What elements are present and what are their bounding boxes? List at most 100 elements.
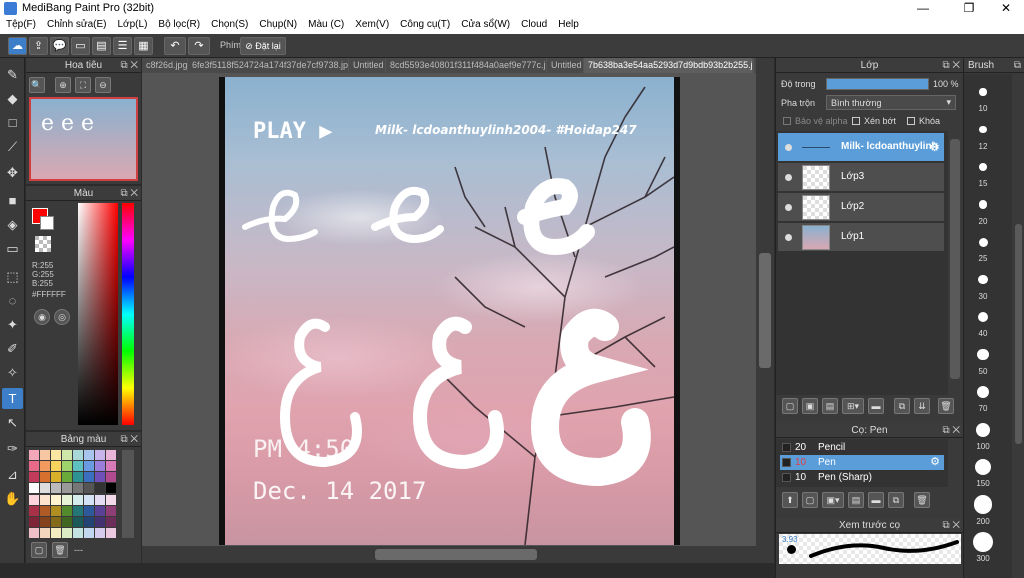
hue-slider[interactable] [122,203,134,425]
layer-item[interactable]: Lớp1 [778,223,944,252]
palette-swatch[interactable] [62,505,72,516]
palette-swatch[interactable] [51,505,61,516]
duplicate-layer-icon[interactable]: ⧉ [894,398,910,414]
visibility-icon[interactable] [785,204,792,211]
blur-tool-icon[interactable]: ✑ [2,438,23,459]
palette-scrollbar[interactable] [122,450,134,538]
brush-size-dot[interactable] [973,495,993,514]
add-palette-icon[interactable]: ▢ [31,542,47,558]
palette-icon[interactable]: ◉ [34,309,50,325]
brush-delete-icon[interactable]: 🗑 [914,492,930,508]
palette-swatch[interactable] [73,483,83,494]
palette-swatch[interactable] [73,527,83,538]
canvas-artwork[interactable]: PLAY ▶ Milk- lcdoanthuylinh2004- #Hoidap… [219,77,680,545]
share-icon[interactable]: ⇪ [29,37,48,55]
brush-edit-icon[interactable]: ▤ [848,492,864,508]
zoom-out-icon[interactable]: 🔍 [29,77,45,93]
eyedropper-icon[interactable]: ⊿ [2,464,23,485]
hscroll-thumb[interactable] [375,549,537,560]
palette-swatch[interactable] [95,494,105,505]
zoom-minus-icon[interactable]: ⊖ [95,77,111,93]
redo-icon[interactable]: ↷ [188,37,210,55]
palette-swatch[interactable] [106,461,116,472]
panel-controls-icon[interactable]: ⧉ [1014,58,1021,73]
brush-item[interactable]: 10 Pen ⚙ [780,455,944,470]
panel-controls-icon[interactable]: ⧉ ✕ [120,432,138,447]
palette-swatch[interactable] [84,527,94,538]
vscroll-thumb[interactable] [759,253,771,368]
panel-controls-icon[interactable]: ⧉ ✕ [942,518,960,533]
undo-icon[interactable]: ↶ [164,37,186,55]
visibility-icon[interactable] [785,174,792,181]
blend-mode-select[interactable]: Bình thường ▾ [826,95,956,110]
palette-swatch[interactable] [29,505,39,516]
panel-controls-icon[interactable]: ⧉ ✕ [942,423,960,438]
chat-icon[interactable]: ▭ [71,37,90,55]
delete-layer-icon[interactable]: 🗑 [938,398,954,414]
palette-swatch[interactable] [40,527,50,538]
fill-rect-tool-icon[interactable]: ■ [2,190,23,211]
palette-swatch[interactable] [40,461,50,472]
palette-swatch[interactable] [84,472,94,483]
palette-swatch[interactable] [73,505,83,516]
brush-menu-icon[interactable]: ▣▾ [822,492,844,508]
palette-swatch[interactable] [29,527,39,538]
palette-swatch[interactable] [106,505,116,516]
palette-swatch[interactable] [62,450,72,460]
magic-wand-icon[interactable]: ✦ [2,314,23,335]
palette-swatch[interactable] [40,483,50,494]
palette-swatch[interactable] [40,450,50,460]
palette-swatch[interactable] [62,494,72,505]
menu-filter[interactable]: Bộ lọc(R) [152,17,205,34]
palette-swatch[interactable] [95,516,105,527]
merge-layer-icon[interactable]: ⇊ [914,398,930,414]
lock-checkbox[interactable] [907,117,915,125]
palette-swatch[interactable] [106,472,116,483]
minimize-button[interactable]: — [908,0,938,17]
layer-scrollbar[interactable] [948,131,962,395]
palette-swatch[interactable] [73,472,83,483]
menu-select[interactable]: Chọn(S) [205,17,253,34]
menu-window[interactable]: Cửa sổ(W) [455,17,515,34]
palette-swatch[interactable] [73,494,83,505]
palette-swatch[interactable] [84,494,94,505]
file-tab-active[interactable]: 7b638ba3e54aa5293d7d9bdb93b2b255.jpg [584,58,752,73]
fit-icon[interactable]: ⛶ [75,77,91,93]
clipping-checkbox[interactable] [852,117,860,125]
palette-swatch[interactable] [73,450,83,460]
file-tab-4[interactable]: 8cd5593e40801f311f484a0aef9e777c.jpg [386,58,546,73]
menu-file[interactable]: Tệp(F) [0,17,41,34]
palette-swatch[interactable] [95,461,105,472]
palette-swatch[interactable] [40,472,50,483]
palette-swatch[interactable] [106,450,116,460]
palette-swatch[interactable] [40,494,50,505]
move-tool-icon[interactable]: ✥ [2,162,23,183]
canvas-vertical-scrollbar[interactable] [756,58,774,546]
visibility-icon[interactable] [785,144,792,151]
palette-swatch[interactable] [62,516,72,527]
new-8bit-layer-icon[interactable]: ▣ [802,398,818,414]
brush-new-icon[interactable]: ▢ [802,492,818,508]
brush-size-dot[interactable] [979,88,987,96]
bucket-tool-icon[interactable]: ◈ [2,214,23,235]
settings-gear-icon[interactable]: ⚙ [930,455,940,468]
menu-color[interactable]: Màu (C) [302,17,349,34]
maximize-button[interactable]: ❐ [954,0,984,17]
brush-size-dot[interactable] [974,458,992,476]
menu-view[interactable]: Xem(V) [349,17,394,34]
palette-swatch[interactable] [51,450,61,460]
operation-tool-icon[interactable]: ↖ [2,412,23,433]
palette-swatch[interactable] [51,527,61,538]
brush-size-dot[interactable] [973,532,993,552]
palette-swatch[interactable] [51,494,61,505]
add-layer-menu-icon[interactable]: ⊞▾ [842,398,864,414]
close-button[interactable]: ✕ [991,0,1021,17]
menu-cloud[interactable]: Cloud [515,17,552,34]
palette-swatch[interactable] [95,527,105,538]
file-tab-2[interactable]: 6fe3f5118f524724a174f37de7cf9738.jpg [188,58,348,73]
palette-swatch[interactable] [40,505,50,516]
palette-swatch[interactable] [95,505,105,516]
palette-swatch[interactable] [84,516,94,527]
brush-size-dot[interactable] [979,125,987,134]
navigator-thumbnail[interactable]: e e e [29,97,138,181]
